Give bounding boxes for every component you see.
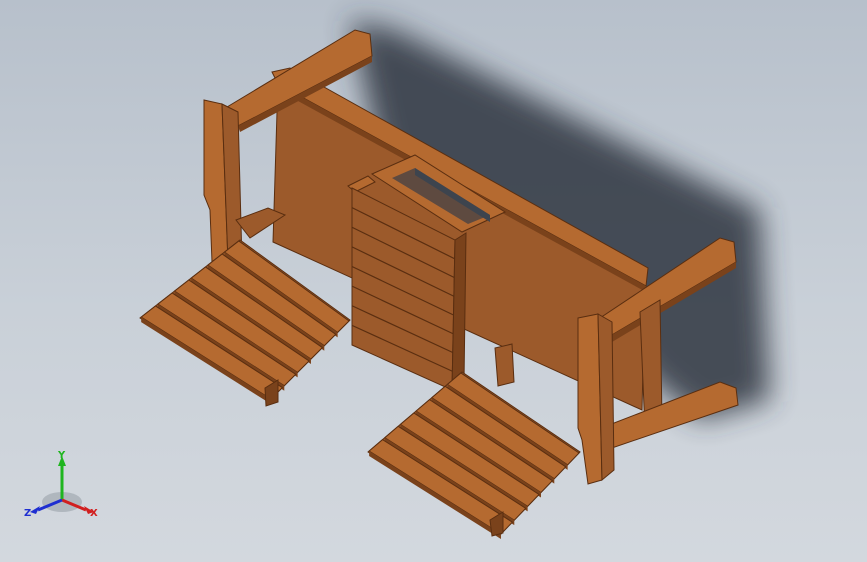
x-axis-label: X [90, 508, 98, 519]
left-deck[interactable] [139, 239, 351, 407]
center-post [494, 343, 515, 387]
cad-graphics-viewport[interactable]: Y X Z [0, 0, 867, 562]
model-scene[interactable] [0, 0, 867, 562]
y-axis-label: Y [57, 450, 66, 461]
coordinate-triad: Y X Z [24, 450, 98, 519]
z-axis-label: Z [24, 508, 31, 519]
right-deck[interactable] [367, 371, 581, 540]
